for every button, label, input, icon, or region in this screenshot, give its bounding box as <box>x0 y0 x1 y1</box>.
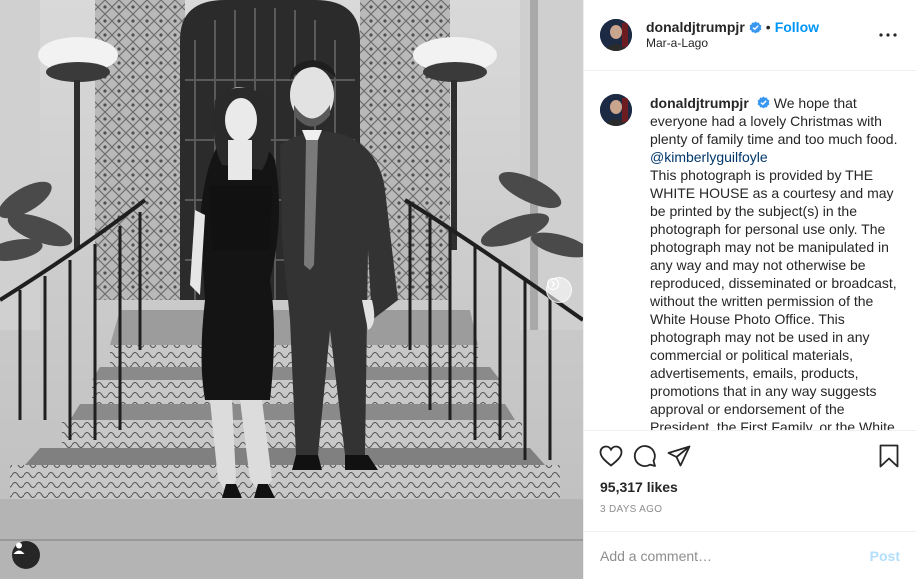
user-icon <box>13 542 25 554</box>
tagged-users-button[interactable] <box>12 541 40 569</box>
caption-section: donaldjtrumpjr We hope that everyone had… <box>584 72 916 430</box>
mention-link[interactable]: @kimberlyguilfoyle <box>650 149 768 165</box>
comment-input[interactable] <box>600 547 870 564</box>
instagram-post: donaldjtrumpjr • Follow Mar-a-Lago donal… <box>0 0 916 579</box>
username-link[interactable]: donaldjtrumpjr <box>646 19 745 35</box>
bookmark-icon <box>879 444 899 468</box>
post-comment-button[interactable]: Post <box>870 548 900 564</box>
follow-button[interactable]: Follow <box>775 19 819 35</box>
avatar[interactable] <box>600 19 632 51</box>
verified-badge-icon <box>757 96 770 109</box>
share-icon <box>667 445 691 467</box>
comment-button[interactable] <box>630 441 660 471</box>
header-text: donaldjtrumpjr • Follow Mar-a-Lago <box>646 19 876 51</box>
more-horizontal-icon <box>879 33 897 37</box>
photo-image <box>0 0 583 579</box>
verified-badge-icon <box>749 21 762 33</box>
more-options-button[interactable] <box>876 23 900 47</box>
chevron-right-icon <box>547 278 559 290</box>
caption-username-link[interactable]: donaldjtrumpjr <box>650 95 749 111</box>
heart-icon <box>599 445 623 467</box>
actions-section: 95,317 likes 3 DAYS AGO <box>584 430 916 515</box>
location-link[interactable]: Mar-a-Lago <box>646 35 876 51</box>
post-photo[interactable] <box>0 0 583 579</box>
caption-text: donaldjtrumpjr We hope that everyone had… <box>650 94 900 430</box>
add-comment-section: Post <box>584 531 916 579</box>
action-icons <box>599 431 900 481</box>
likes-count[interactable]: 95,317 likes <box>600 479 900 495</box>
post-timestamp[interactable]: 3 DAYS AGO <box>600 504 900 515</box>
avatar-image <box>600 94 632 126</box>
caption-avatar[interactable] <box>600 94 632 126</box>
separator-dot: • <box>765 19 771 35</box>
save-button[interactable] <box>874 441 904 471</box>
share-button[interactable] <box>664 441 694 471</box>
caption-disclaimer: This photograph is provided by THE WHITE… <box>650 167 897 430</box>
next-photo-button[interactable] <box>546 277 572 303</box>
post-header: donaldjtrumpjr • Follow Mar-a-Lago <box>584 0 916 71</box>
like-button[interactable] <box>596 441 626 471</box>
post-details-panel: donaldjtrumpjr • Follow Mar-a-Lago donal… <box>583 0 916 579</box>
comment-icon <box>633 445 656 467</box>
avatar-image <box>600 19 632 51</box>
